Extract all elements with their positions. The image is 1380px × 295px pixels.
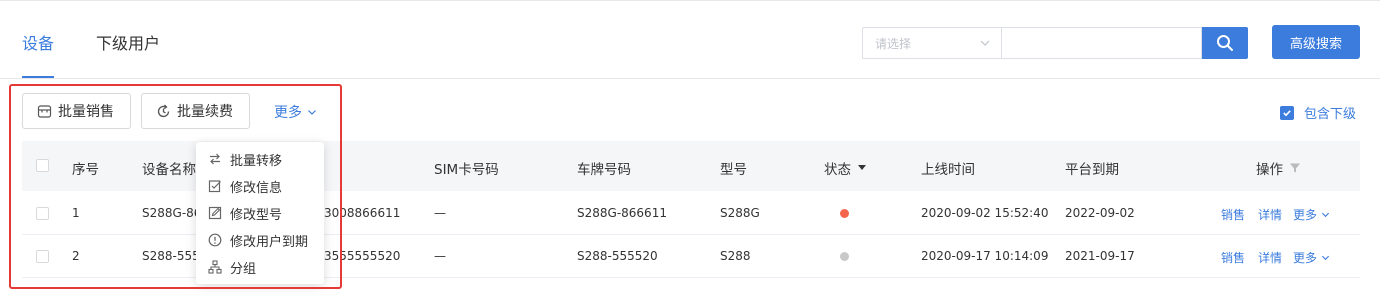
cell-model: S288G xyxy=(720,206,760,220)
cell-index: 1 xyxy=(72,206,80,220)
search-icon xyxy=(1217,35,1233,51)
transfer-icon xyxy=(210,153,220,165)
row-more-label: 更多 xyxy=(1293,251,1318,265)
header-ops-label: 操作 xyxy=(1256,162,1283,178)
more-label: 更多 xyxy=(274,105,302,121)
cell-model: S288 xyxy=(720,249,751,263)
more-dropdown-menu: 批量转移 修改信息 修改型号 修改用户到期 分组 xyxy=(196,142,324,284)
edit-info-icon xyxy=(208,180,221,193)
header-online-time: 上线时间 xyxy=(921,162,975,178)
chevron-down-icon xyxy=(980,40,990,46)
row-more-link[interactable]: 更多 xyxy=(1293,206,1330,223)
cell-device-name: S288-555 xyxy=(142,249,200,263)
header-model: 型号 xyxy=(720,162,747,178)
cell-sim: — xyxy=(434,206,446,220)
chevron-down-icon xyxy=(1321,255,1330,261)
alert-circle-icon xyxy=(208,233,222,247)
batch-sell-button[interactable]: 批量销售 xyxy=(22,93,131,129)
include-sub-checkbox[interactable]: 包含下级 xyxy=(1280,103,1356,122)
header-device-name: 设备名称 xyxy=(142,162,196,178)
row-detail-link[interactable]: 详情 xyxy=(1258,249,1282,266)
menu-item-label: 批量转移 xyxy=(230,153,283,169)
header-status-label: 状态 xyxy=(824,162,851,178)
header-index: 序号 xyxy=(72,162,99,178)
menu-item-batch-transfer[interactable]: 批量转移 xyxy=(208,149,282,169)
chevron-down-icon xyxy=(1321,212,1330,218)
group-icon xyxy=(208,260,222,274)
chevron-down-icon xyxy=(308,110,316,115)
status-dot xyxy=(840,252,849,261)
header-operations: 操作 xyxy=(1256,158,1301,178)
row-sell-link[interactable]: 销售 xyxy=(1221,249,1245,266)
search-type-select[interactable]: 请选择 xyxy=(862,27,1002,59)
cell-online-time: 2020-09-02 15:52:40 xyxy=(921,206,1049,220)
menu-item-label: 修改信息 xyxy=(230,180,283,196)
renew-icon xyxy=(157,104,170,117)
cell-device-name: S288G-86 xyxy=(142,206,202,220)
menu-item-label: 分组 xyxy=(230,261,257,277)
tab-devices[interactable]: 设备 xyxy=(22,30,55,78)
row-checkbox[interactable] xyxy=(36,207,49,220)
cell-expire: 2021-09-17 xyxy=(1065,249,1135,263)
batch-sell-label: 批量销售 xyxy=(58,104,114,120)
search-button[interactable] xyxy=(1202,27,1248,59)
batch-renew-button[interactable]: 批量续费 xyxy=(141,93,250,129)
row-checkbox[interactable] xyxy=(36,250,49,263)
include-sub-label: 包含下级 xyxy=(1304,107,1357,122)
row-sell-link[interactable]: 销售 xyxy=(1221,206,1245,223)
cell-online-time: 2020-09-17 10:14:09 xyxy=(921,249,1049,263)
more-dropdown-trigger[interactable]: 更多 xyxy=(274,102,317,122)
caret-down-icon xyxy=(858,165,866,170)
header-sim: SIM卡号码 xyxy=(434,162,499,178)
tab-divider xyxy=(0,78,1380,79)
cell-imei: 3555555520 xyxy=(324,249,401,263)
batch-renew-label: 批量续费 xyxy=(177,104,233,120)
top-border xyxy=(0,0,1380,1)
cell-sim: — xyxy=(434,249,446,263)
row-more-label: 更多 xyxy=(1293,208,1318,222)
menu-item-group[interactable]: 分组 xyxy=(208,257,256,277)
cell-index: 2 xyxy=(72,249,80,263)
cell-plate: S288-555520 xyxy=(577,249,658,263)
select-all-checkbox[interactable] xyxy=(36,159,49,172)
cell-imei: 3008866611 xyxy=(324,206,401,220)
menu-item-label: 修改用户到期 xyxy=(230,234,309,250)
header-status[interactable]: 状态 xyxy=(824,158,867,178)
header-plate: 车牌号码 xyxy=(577,162,631,178)
menu-item-edit-model[interactable]: 修改型号 xyxy=(208,203,282,223)
store-icon xyxy=(37,104,52,118)
filter-icon[interactable] xyxy=(1289,162,1301,174)
row-more-link[interactable]: 更多 xyxy=(1293,249,1330,266)
header-expire: 平台到期 xyxy=(1065,162,1119,178)
advanced-search-button[interactable]: 高级搜索 xyxy=(1272,25,1360,59)
menu-item-edit-info[interactable]: 修改信息 xyxy=(208,176,282,196)
select-placeholder: 请选择 xyxy=(875,37,912,51)
menu-item-label: 修改型号 xyxy=(230,207,283,223)
checkbox-checked-icon xyxy=(1280,105,1294,120)
menu-item-edit-user-expire[interactable]: 修改用户到期 xyxy=(208,230,308,250)
cell-expire: 2022-09-02 xyxy=(1065,206,1135,220)
search-input[interactable] xyxy=(1002,27,1202,59)
edit-model-icon xyxy=(208,206,222,220)
status-dot xyxy=(840,209,849,218)
row-detail-link[interactable]: 详情 xyxy=(1258,206,1282,223)
cell-plate: S288G-866611 xyxy=(577,206,667,220)
tab-sub-users[interactable]: 下级用户 xyxy=(96,30,160,58)
